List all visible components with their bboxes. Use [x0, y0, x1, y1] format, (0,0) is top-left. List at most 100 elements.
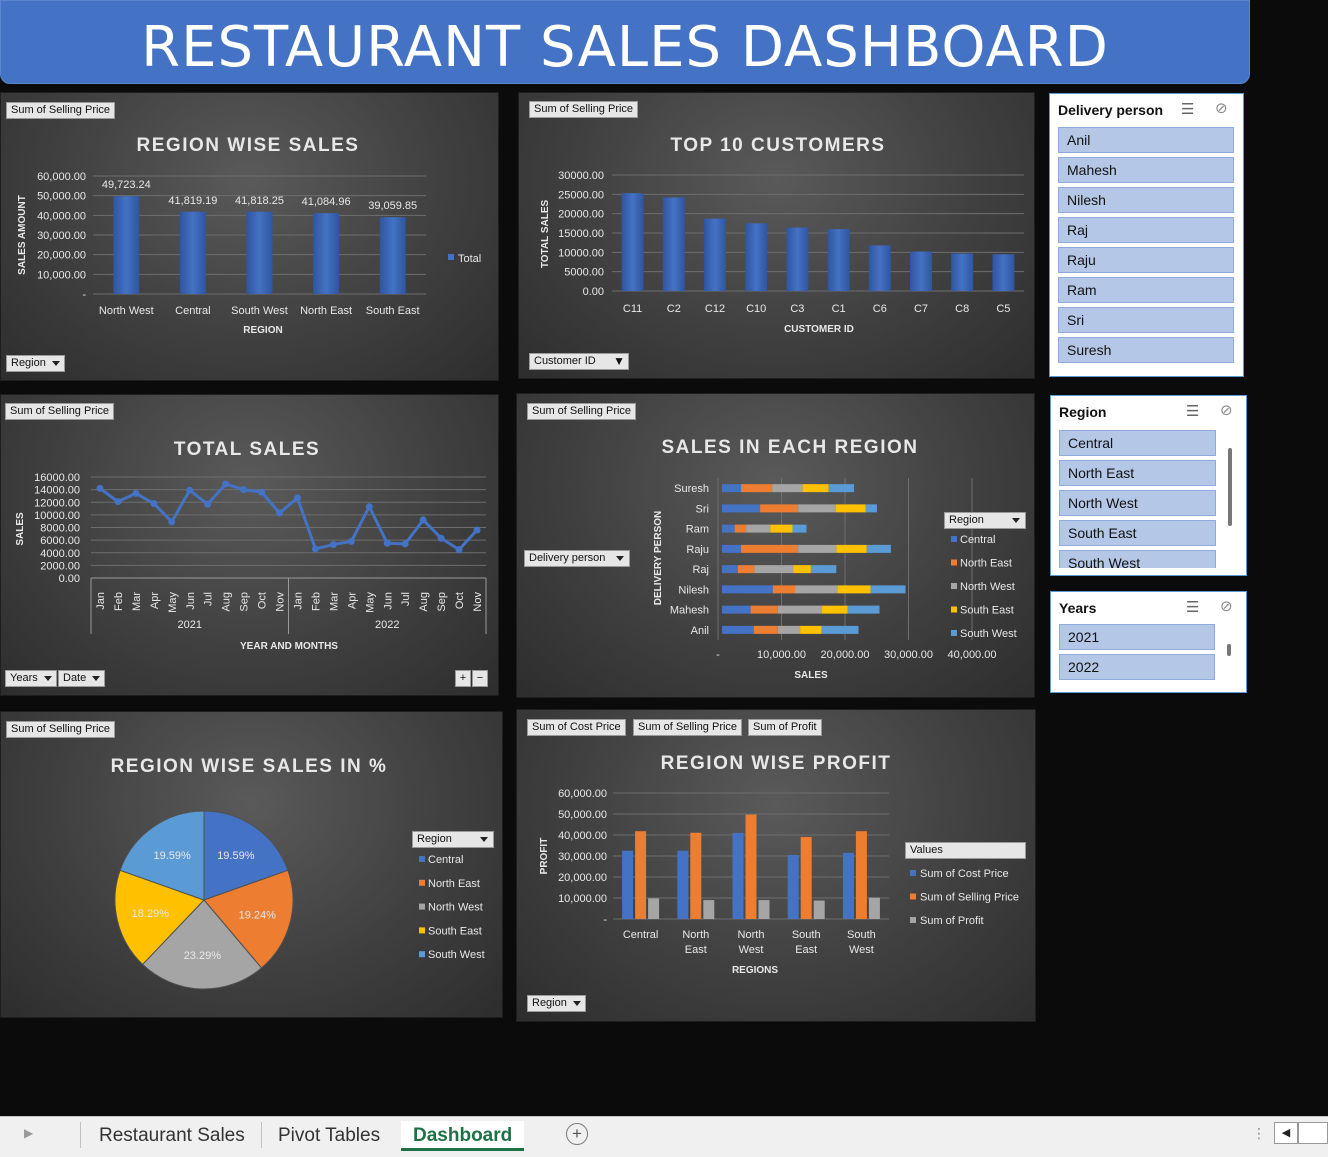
- data-label: 49,723.24: [102, 179, 151, 191]
- slicer-scrollbar[interactable]: [1227, 644, 1231, 656]
- tab-dashboard[interactable]: Dashboard: [401, 1121, 525, 1151]
- slicer-item-mahesh[interactable]: Mahesh: [1058, 157, 1234, 183]
- data-label: 39,059.85: [368, 200, 417, 212]
- data-label: 19.24%: [239, 909, 277, 921]
- slicer-item-north-east[interactable]: North East: [1059, 460, 1216, 486]
- y-tick-label: Anil: [691, 625, 709, 637]
- slicer-delivery-person[interactable]: Delivery person ☰ ⊘ Anil Mahesh Nilesh Raj R…: [1049, 93, 1244, 377]
- filter-button-years[interactable]: Years: [5, 670, 57, 687]
- slicer-scrollbar[interactable]: [1228, 448, 1232, 526]
- x-tick-label: 10,000.00: [757, 649, 806, 661]
- field-button-sum-selling-price[interactable]: Sum of Selling Price: [5, 403, 115, 420]
- filter-button-region[interactable]: Region: [6, 355, 65, 372]
- chart-region-wise-profit[interactable]: REGION WISE PROFIT - 10,000.00 20,000.00 30,…: [516, 709, 1036, 1022]
- total-sales-svg: TOTAL SALES 0.002000.004000.006000.008000…: [15, 439, 487, 652]
- slicer-item-south-east[interactable]: South East: [1059, 520, 1216, 546]
- x-tick-label: Central: [175, 305, 210, 317]
- data-label: 19.59%: [217, 850, 255, 862]
- horizontal-scrollbar[interactable]: [1298, 1122, 1328, 1144]
- legend-button-values[interactable]: Values: [905, 842, 1026, 859]
- bar: [379, 217, 406, 294]
- clear-filter-icon[interactable]: ⊘: [1220, 597, 1233, 615]
- x-tick-label: C12: [705, 303, 725, 315]
- filter-button-region[interactable]: Region: [527, 995, 586, 1012]
- slicer-item-2022[interactable]: 2022: [1059, 654, 1215, 680]
- field-button-sum-selling-price[interactable]: Sum of Selling Price: [6, 102, 116, 119]
- tab-pivot-tables[interactable]: Pivot Tables: [278, 1121, 380, 1151]
- bar: [787, 854, 799, 919]
- slicer-item-sri[interactable]: Sri: [1058, 307, 1234, 333]
- x-tick-label: May: [167, 592, 179, 613]
- chart-total-sales[interactable]: TOTAL SALES 0.00 2000.00 4000.00 6000.00 8000…: [0, 394, 499, 696]
- data-point: [437, 534, 445, 542]
- bar-segment: [798, 504, 836, 513]
- slicer-item-2021[interactable]: 2021: [1059, 624, 1215, 650]
- y-tick-label: 15000.00: [558, 228, 604, 240]
- bar-segment: [798, 544, 837, 553]
- filter-button-customer-id[interactable]: Customer ID ▼: [529, 353, 629, 370]
- y-tick-label: 60,000.00: [558, 788, 607, 800]
- slicer-item-anil[interactable]: Anil: [1058, 127, 1234, 153]
- field-button-sum-selling-price[interactable]: Sum of Selling Price: [633, 719, 743, 736]
- field-button-sum-selling-price[interactable]: Sum of Selling Price: [527, 403, 637, 420]
- bar-segment: [802, 484, 829, 493]
- bar: [745, 814, 757, 919]
- data-label: 18.29%: [132, 908, 170, 920]
- legend-swatch: [910, 917, 916, 923]
- slicer-region[interactable]: Region ☰ ⊘ Central North East North West So…: [1050, 395, 1247, 576]
- dropdown-arrow-icon: [51, 360, 60, 366]
- slicer-item-raju[interactable]: Raju: [1058, 247, 1234, 273]
- bar-segment: [835, 504, 866, 513]
- slicer-item-nilesh[interactable]: Nilesh: [1058, 187, 1234, 213]
- x-tick-label: Jun: [382, 592, 394, 610]
- bar-segment: [847, 605, 880, 614]
- data-label: 41,084.96: [302, 196, 351, 208]
- bar-segment: [828, 484, 855, 493]
- field-button-sum-selling-price[interactable]: Sum of Selling Price: [529, 101, 639, 118]
- scroll-left-button[interactable]: ◀: [1274, 1122, 1298, 1144]
- multi-select-icon[interactable]: ☰: [1186, 598, 1199, 616]
- chart-region-wise-sales-pct[interactable]: REGION WISE SALES IN % 19.59% 19.24% 23.29%…: [0, 711, 503, 1018]
- field-button-sum-profit[interactable]: Sum of Profit: [748, 719, 822, 736]
- x-tick-label: North East: [300, 305, 352, 317]
- slicer-item-suresh[interactable]: Suresh: [1058, 337, 1234, 363]
- legend-label: North East: [428, 878, 480, 890]
- slicer-item-north-west[interactable]: North West: [1059, 490, 1216, 516]
- scroll-tabs-left-icon[interactable]: ▶: [24, 1126, 33, 1140]
- collapse-field-button[interactable]: −: [472, 670, 488, 687]
- slicer-item-south-west[interactable]: South West: [1059, 550, 1216, 568]
- dropdown-arrow-icon: [480, 837, 488, 842]
- clear-filter-icon[interactable]: ⊘: [1215, 99, 1228, 117]
- chart-top-10-customers[interactable]: TOP 10 CUSTOMERS 0.00 5000.00 10000.00 15000…: [518, 92, 1035, 379]
- region-pct-svg: REGION WISE SALES IN % 19.59% 19.24% 23.29%…: [111, 756, 485, 990]
- chart-sales-in-each-region[interactable]: SALES IN EACH REGION - 10,000.00 20,000.00 3…: [516, 393, 1035, 698]
- data-label: 19.59%: [153, 850, 191, 862]
- chart-region-wise-sales[interactable]: REGION WISE SALES - 10,000.00 20,000.00 30,0…: [0, 92, 499, 381]
- slicer-item-ram[interactable]: Ram: [1058, 277, 1234, 303]
- bar: [745, 223, 768, 291]
- y-tick-label: 2000.00: [40, 560, 80, 572]
- bar: [662, 197, 685, 291]
- add-sheet-icon[interactable]: +: [566, 1123, 588, 1145]
- legend-button-region[interactable]: Region: [412, 831, 494, 848]
- expand-field-button[interactable]: +: [455, 670, 471, 687]
- tab-splitter-icon[interactable]: ⋮: [1252, 1125, 1266, 1142]
- y-tick-label: 20,000.00: [558, 872, 607, 884]
- legend-swatch: [448, 254, 454, 260]
- multi-select-icon[interactable]: ☰: [1181, 100, 1194, 118]
- slicer-item-central[interactable]: Central: [1059, 430, 1216, 456]
- row-button-delivery-person[interactable]: Delivery person: [524, 550, 630, 567]
- data-point: [419, 516, 427, 524]
- data-point: [455, 546, 463, 554]
- field-button-sum-cost-price[interactable]: Sum of Cost Price: [527, 719, 626, 736]
- field-button-sum-selling-price[interactable]: Sum of Selling Price: [6, 721, 116, 738]
- x-tick-label: Jan: [95, 592, 107, 610]
- bar-segment: [722, 484, 742, 493]
- slicer-item-raj[interactable]: Raj: [1058, 217, 1234, 243]
- slicer-years[interactable]: Years ☰ ⊘ 2021 2022: [1050, 591, 1247, 693]
- legend-button-region[interactable]: Region: [944, 512, 1026, 529]
- filter-button-date[interactable]: Date: [58, 670, 106, 687]
- y-tick-label: 30000.00: [558, 170, 604, 182]
- tab-restaurant-sales[interactable]: Restaurant Sales: [99, 1121, 245, 1151]
- x-tick-label: Feb: [113, 592, 125, 611]
